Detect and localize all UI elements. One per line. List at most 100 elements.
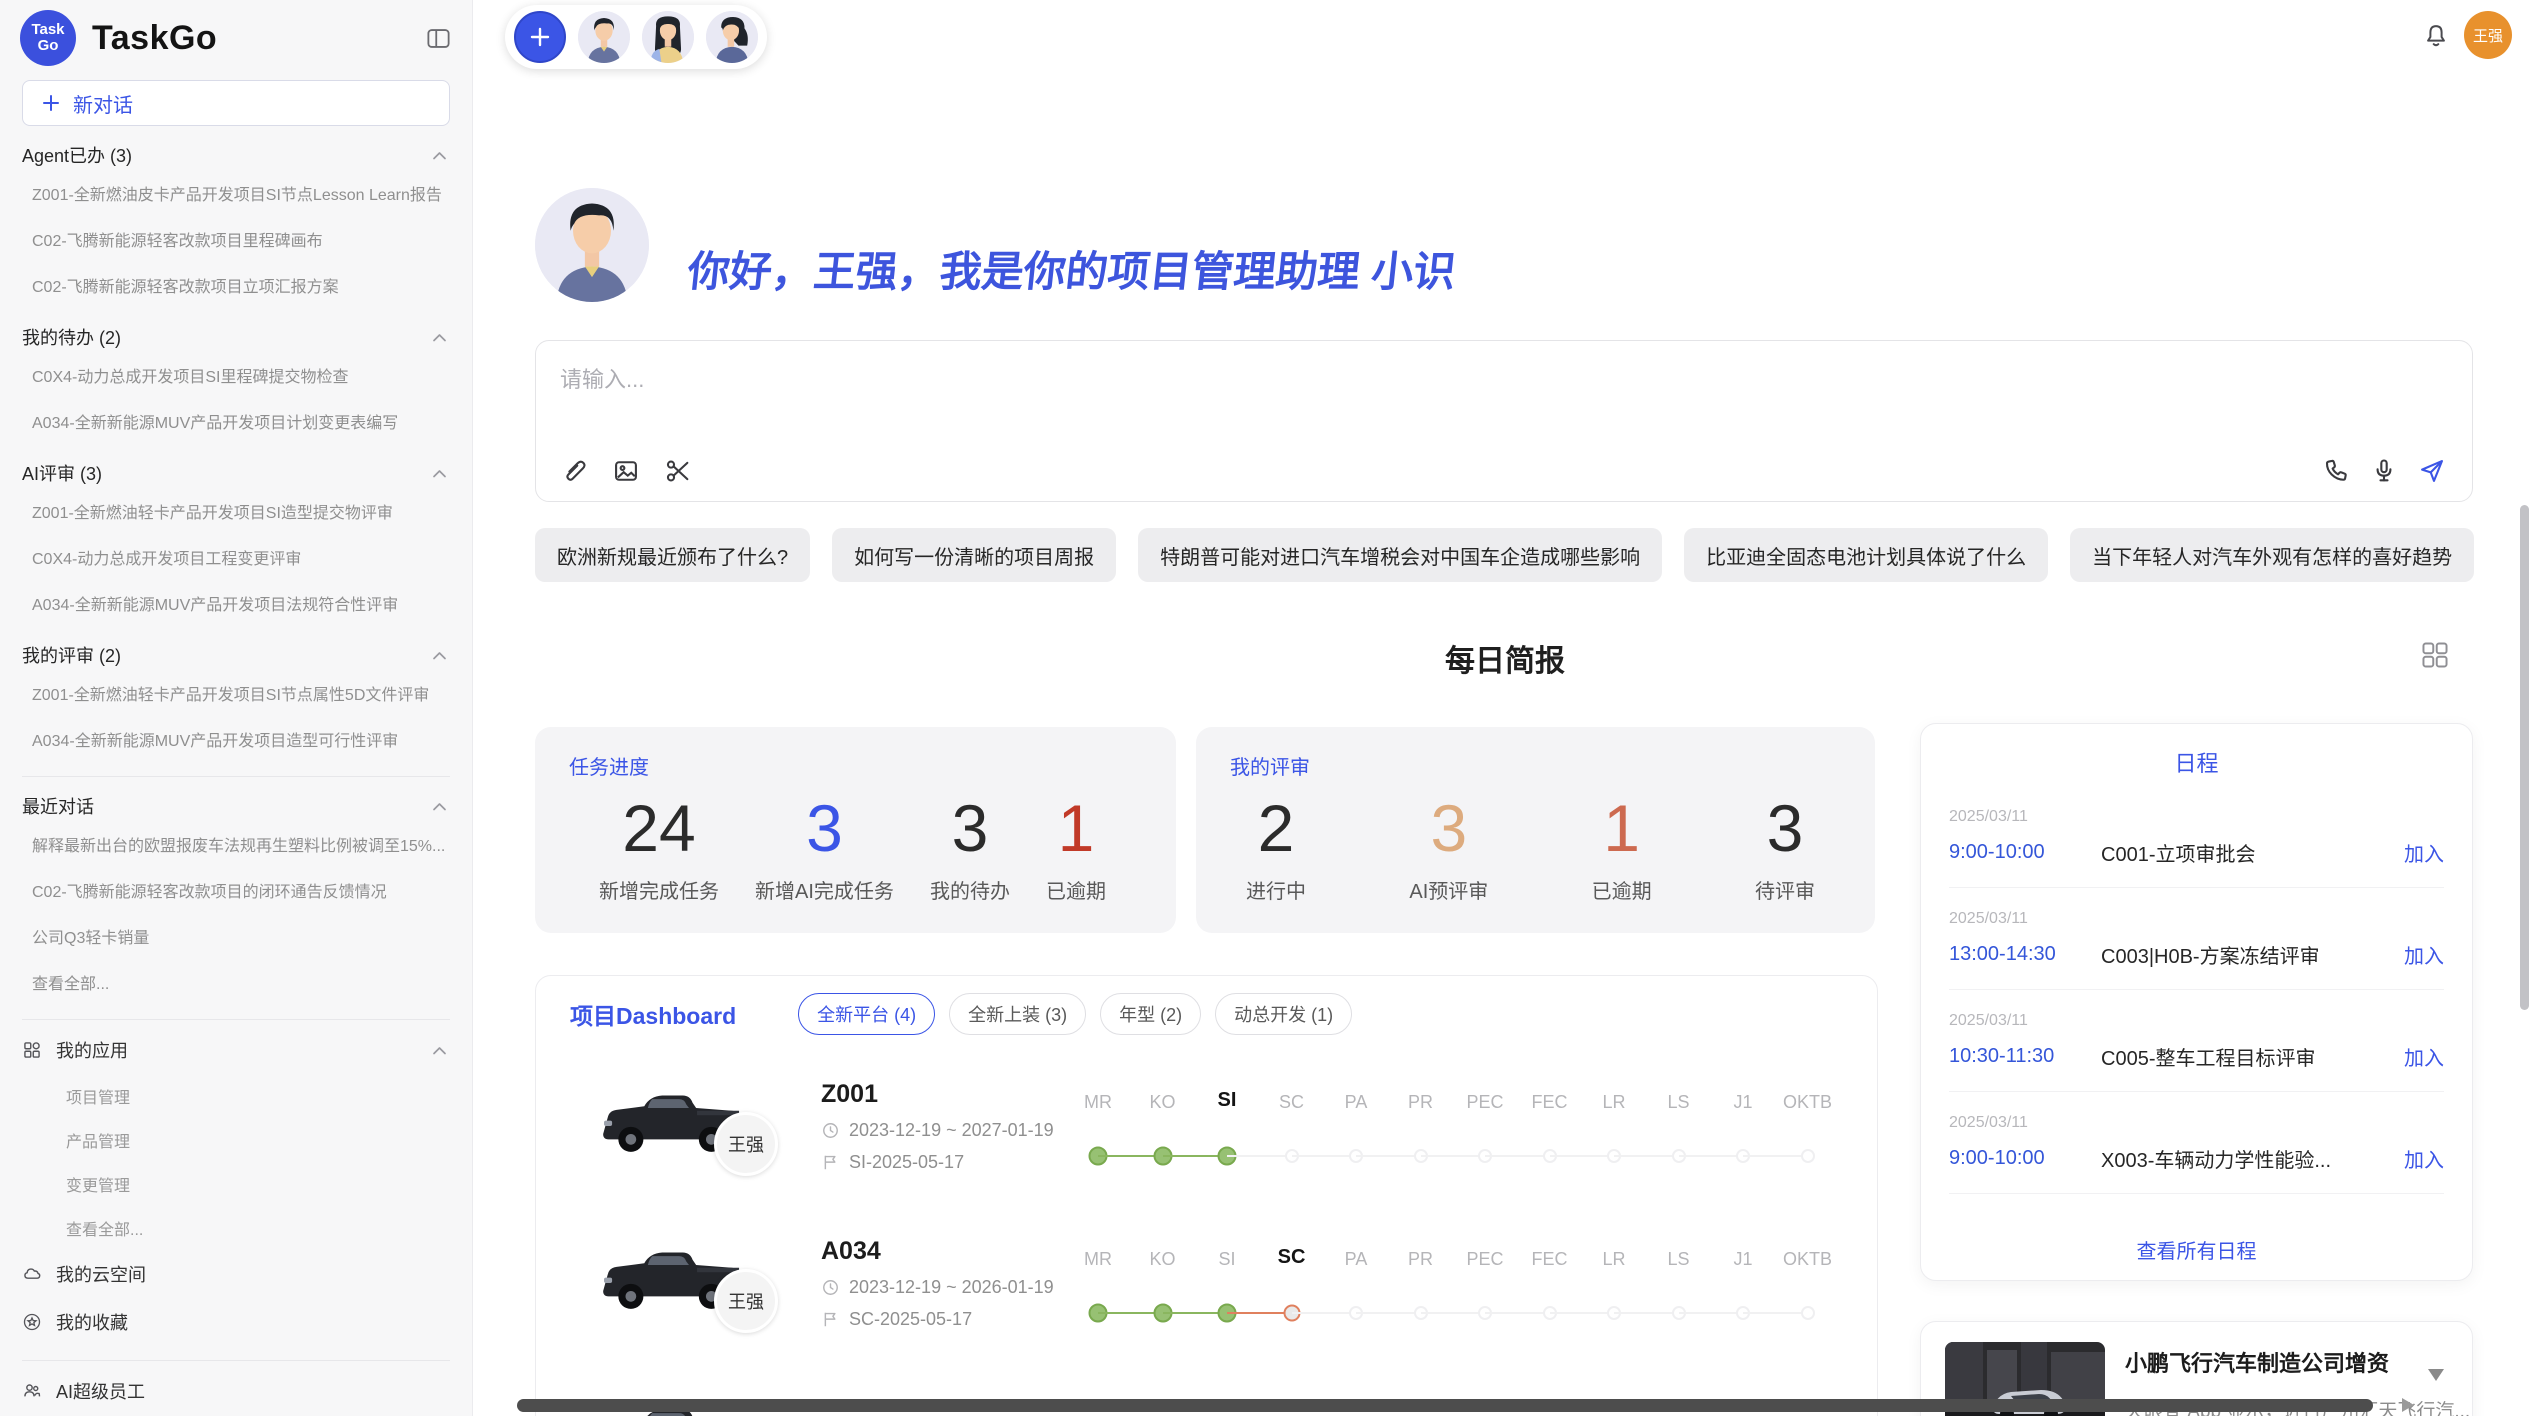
sidebar-item-favorites[interactable]: 我的收藏: [22, 1298, 450, 1346]
new-chat-button[interactable]: 新对话: [22, 80, 450, 126]
logo-text-2: Go: [38, 38, 59, 54]
sidebar-collapse-icon[interactable]: [425, 25, 452, 52]
image-icon[interactable]: [612, 457, 640, 485]
app-name: TaskGo: [92, 19, 217, 58]
plus-icon: [41, 93, 61, 113]
conversation-item[interactable]: C0X4-动力总成开发项目SI里程碑提交物检查: [22, 352, 450, 398]
stat-value: 3: [806, 794, 843, 863]
vertical-scrollbar-thumb[interactable]: [2520, 505, 2529, 1010]
section-ai-review[interactable]: AI评审 (3): [22, 460, 450, 486]
chat-input-card: [535, 340, 2473, 502]
paperclip-icon[interactable]: [560, 457, 588, 485]
conversation-item[interactable]: C02-飞腾新能源轻客改款项目的闭环通告反馈情况: [22, 867, 450, 913]
sidebar-body: Agent已办 (3) Z001-全新燃油皮卡产品开发项目SI节点Lesson …: [0, 142, 472, 1416]
schedule-event-title: C005-整车工程目标评审: [2101, 1042, 2404, 1071]
chevron-up-icon[interactable]: [429, 797, 450, 816]
filter-chip[interactable]: 全新平台 (4): [798, 993, 935, 1035]
chevron-up-icon[interactable]: [429, 464, 450, 483]
phone-icon[interactable]: [2322, 457, 2350, 485]
notification-bell-icon[interactable]: [2422, 22, 2450, 55]
join-meeting-link[interactable]: 加入: [2404, 838, 2444, 867]
suggestion-chip[interactable]: 当下年轻人对汽车外观有怎样的喜好趋势: [2070, 528, 2474, 582]
sidebar-item-my-apps[interactable]: 我的应用: [22, 1026, 450, 1074]
stat-label: 待评审: [1755, 875, 1815, 904]
chevron-up-icon[interactable]: [429, 146, 450, 165]
add-assistant-button[interactable]: [514, 11, 566, 63]
app-logo: Task Go: [20, 10, 76, 66]
horizontal-scrollbar-thumb[interactable]: [517, 1399, 2373, 1412]
suggestion-chip[interactable]: 特朗普可能对进口汽车增税会对中国车企造成哪些影响: [1138, 528, 1662, 582]
user-avatar[interactable]: 王强: [2464, 11, 2512, 59]
view-all-chats[interactable]: 查看全部...: [22, 959, 450, 1005]
conversation-item[interactable]: 公司Q3轻卡销量: [22, 913, 450, 959]
conversation-item[interactable]: A034-全新新能源MUV产品开发项目法规符合性评审: [22, 580, 450, 626]
conversation-item[interactable]: A034-全新新能源MUV产品开发项目造型可行性评审: [22, 716, 450, 762]
schedule-item[interactable]: 2025/03/11 13:00-14:30 C003|H0B-方案冻结评审 加…: [1949, 888, 2444, 990]
chat-input[interactable]: [560, 367, 1960, 393]
project-dashboard-card: 项目Dashboard 全新平台 (4) 全新上装 (3) 年型 (2) 动总开…: [535, 975, 1878, 1416]
layout-grid-icon[interactable]: [2420, 640, 2450, 675]
milestone-connector: [1421, 1155, 1486, 1157]
section-recent-chats[interactable]: 最近对话: [22, 793, 450, 819]
sidebar: Task Go TaskGo 新对话 Agent已办 (3) Z001-全新燃油…: [0, 0, 473, 1416]
view-all-apps[interactable]: 查看全部...: [22, 1206, 450, 1250]
conversation-item[interactable]: Z001-全新燃油皮卡产品开发项目SI节点Lesson Learn报告: [22, 170, 450, 216]
milestone-track: MRKOSISCPAPRPECFECLRLSJ1OKTB: [1066, 1209, 1866, 1366]
project-row[interactable]: 王强 A034 2023-12-19 ~ 2026-01-19 SC-2025-…: [536, 1209, 1877, 1366]
join-meeting-link[interactable]: 加入: [2404, 1042, 2444, 1071]
assistant-avatar[interactable]: [578, 11, 630, 63]
schedule-item[interactable]: 2025/03/11 9:00-10:00 X003-车辆动力学性能验... 加…: [1949, 1092, 2444, 1194]
join-meeting-link[interactable]: 加入: [2404, 1144, 2444, 1173]
section-my-review[interactable]: 我的评审 (2): [22, 642, 450, 668]
project-row[interactable]: 王强 Z001 2023-12-19 ~ 2027-01-19 SI-2025-…: [536, 1052, 1877, 1209]
milestone-connector: [1356, 1155, 1421, 1157]
scroll-down-arrow[interactable]: [2428, 1369, 2444, 1381]
scissors-icon[interactable]: [664, 457, 692, 485]
chevron-up-icon[interactable]: [429, 646, 450, 665]
filter-chip[interactable]: 年型 (2): [1100, 993, 1201, 1035]
conversation-item[interactable]: C02-飞腾新能源轻客改款项目里程碑画布: [22, 216, 450, 262]
stat: 1 已逾期: [1592, 794, 1652, 904]
sidebar-item-cloud-space[interactable]: 我的云空间: [22, 1250, 450, 1298]
suggestion-chip[interactable]: 比亚迪全固态电池计划具体说了什么: [1684, 528, 2048, 582]
schedule-item[interactable]: 2025/03/11 10:30-11:30 C005-整车工程目标评审 加入: [1949, 990, 2444, 1092]
nav-label: 我的收藏: [56, 1309, 128, 1335]
milestone-label: LS: [1667, 1092, 1689, 1113]
conversation-item[interactable]: Z001-全新燃油轻卡产品开发项目SI节点属性5D文件评审: [22, 670, 450, 716]
conversation-item[interactable]: Z001-全新燃油轻卡产品开发项目SI造型提交物评审: [22, 488, 450, 534]
conversation-item[interactable]: C0X4-动力总成开发项目工程变更评审: [22, 534, 450, 580]
clock-icon: [821, 1121, 840, 1140]
stat-label: 新增AI完成任务: [755, 875, 894, 904]
send-icon[interactable]: [2418, 457, 2446, 485]
app-item-change-mgmt[interactable]: 变更管理: [22, 1162, 450, 1206]
conversation-item[interactable]: C02-飞腾新能源轻客改款项目立项汇报方案: [22, 262, 450, 308]
filter-chip[interactable]: 全新上装 (3): [949, 993, 1086, 1035]
stat: 2 进行中: [1246, 794, 1306, 904]
schedule-item[interactable]: 2025/03/11 9:00-10:00 C001-立项审批会 加入: [1949, 786, 2444, 888]
microphone-icon[interactable]: [2370, 457, 2398, 485]
schedule-date: 2025/03/11: [1949, 1012, 2444, 1030]
view-all-schedule-link[interactable]: 查看所有日程: [1949, 1225, 2444, 1280]
milestone-label: FEC: [1532, 1092, 1568, 1113]
assistant-avatar[interactable]: [642, 11, 694, 63]
assistant-avatar[interactable]: [706, 11, 758, 63]
conversation-item[interactable]: 解释最新出台的欧盟报废车法规再生塑料比例被调至15%...: [22, 821, 450, 867]
filter-chip[interactable]: 动总开发 (1): [1215, 993, 1352, 1035]
app-item-project-mgmt[interactable]: 项目管理: [22, 1074, 450, 1118]
milestone-label: KO: [1149, 1092, 1175, 1113]
join-meeting-link[interactable]: 加入: [2404, 940, 2444, 969]
milestone-label: OKTB: [1783, 1249, 1832, 1270]
section-my-todo[interactable]: 我的待办 (2): [22, 324, 450, 350]
app-item-product-mgmt[interactable]: 产品管理: [22, 1118, 450, 1162]
milestone-label: SI: [1218, 1249, 1235, 1270]
milestone-connector: [1743, 1155, 1808, 1157]
chevron-up-icon[interactable]: [429, 1041, 450, 1060]
scroll-right-arrow[interactable]: [2402, 1398, 2414, 1412]
suggestion-chip[interactable]: 欧洲新规最近颁布了什么?: [535, 528, 810, 582]
conversation-item[interactable]: A034-全新新能源MUV产品开发项目计划变更表编写: [22, 398, 450, 444]
suggestion-chip[interactable]: 如何写一份清晰的项目周报: [832, 528, 1116, 582]
milestone-label: PR: [1408, 1249, 1433, 1270]
section-agent-done[interactable]: Agent已办 (3): [22, 142, 450, 168]
chevron-up-icon[interactable]: [429, 328, 450, 347]
sidebar-item-ai-employee[interactable]: AI超级员工: [22, 1367, 450, 1415]
